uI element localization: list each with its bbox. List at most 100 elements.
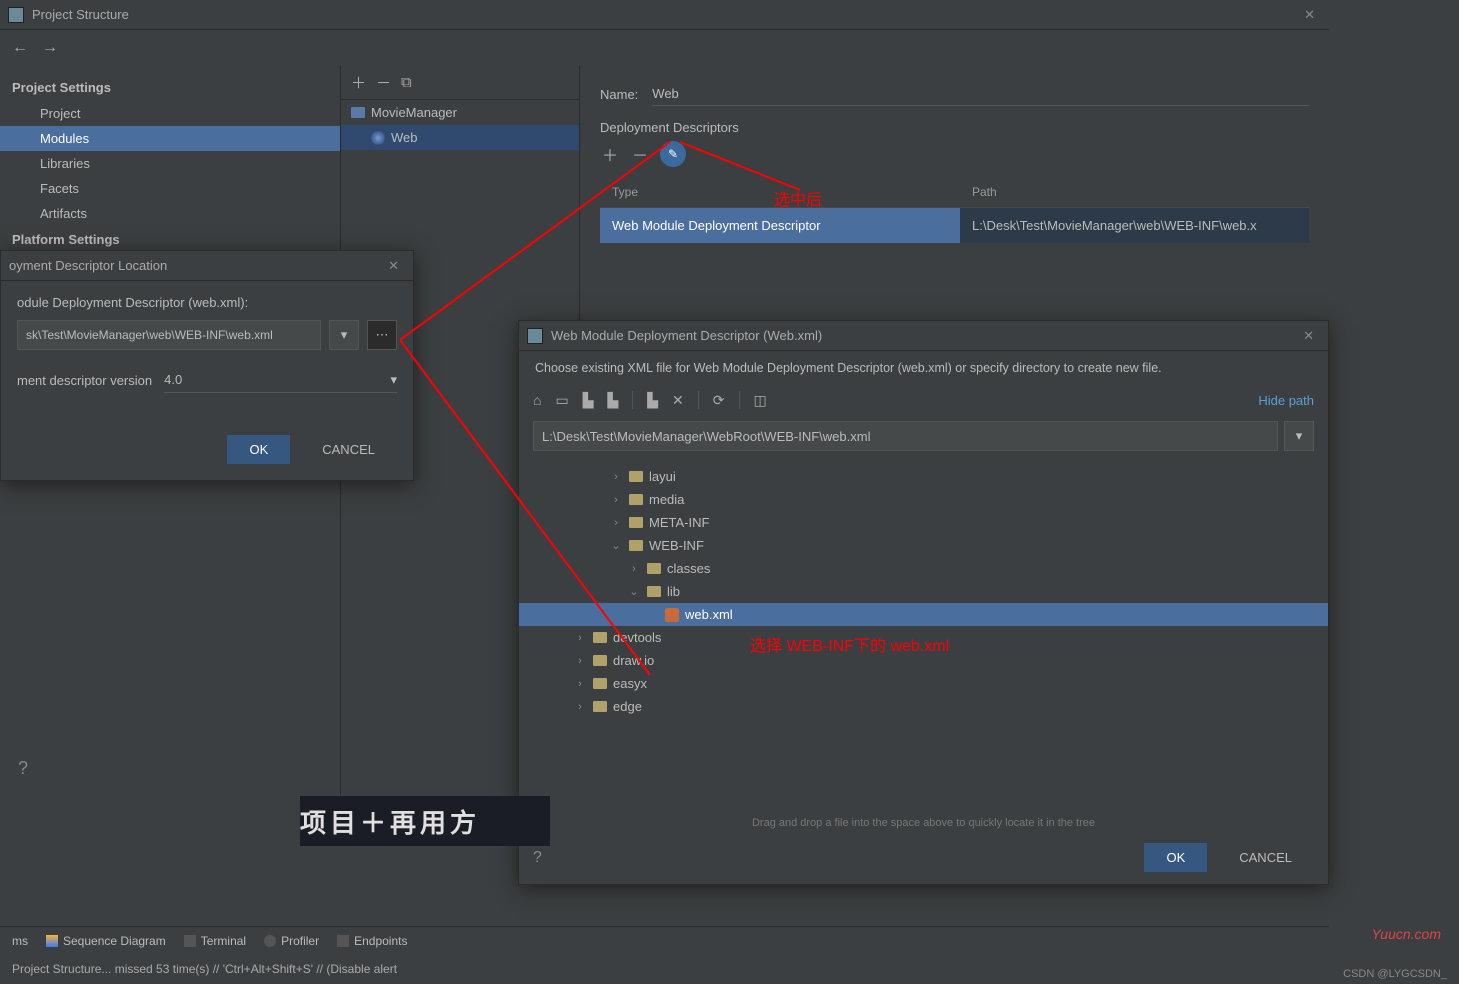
file-tree-row[interactable]: web.xml [519,603,1328,626]
tree-label: MovieManager [371,105,457,120]
help-icon[interactable]: ? [533,849,542,867]
sidebar-item-facets[interactable]: Facets [0,176,340,201]
delete-icon[interactable]: ✕ [672,392,684,409]
close-icon[interactable]: ✕ [1297,328,1320,344]
remove-icon[interactable]: － [376,72,391,93]
dialog1-label: odule Deployment Descriptor (web.xml): [17,295,397,310]
folder-icon [593,678,607,689]
path-dropdown-icon[interactable]: ▾ [1284,421,1314,451]
bb-profiler[interactable]: Profiler [264,934,319,948]
file-tree-row[interactable]: ›media [519,488,1328,511]
sidebar-item-modules[interactable]: Modules [0,126,340,151]
dd-add-icon[interactable]: ＋ [600,142,620,166]
show-hidden-icon[interactable]: ◫ [754,392,767,409]
desktop-icon[interactable]: ▭ [555,392,568,409]
file-tree-row[interactable]: ⌄ WEB-INF [519,534,1328,557]
close-icon[interactable]: ✕ [1298,7,1321,23]
tree-row-web[interactable]: Web [341,125,579,150]
module-icon[interactable]: ▙ [607,392,618,409]
file-chooser-dialog: Web Module Deployment Descriptor (Web.xm… [518,320,1329,885]
cancel-button[interactable]: CANCEL [300,435,397,464]
col-type-header: Type [600,177,960,207]
help-icon[interactable]: ? [18,758,28,779]
sidebar-item-libraries[interactable]: Libraries [0,151,340,176]
chevron-icon[interactable]: ⌄ [609,539,623,552]
col-path-header: Path [960,177,1309,207]
file-tree-row[interactable]: ›draw.io [519,649,1328,672]
dd-remove-icon[interactable]: － [630,142,650,166]
add-icon[interactable]: ＋ [351,72,366,93]
new-folder-icon[interactable]: ▙ [647,392,658,409]
ok-button[interactable]: OK [227,435,290,464]
chevron-icon[interactable]: › [573,632,587,644]
close-icon[interactable]: ✕ [382,258,405,274]
status-line: Project Structure... missed 53 time(s) /… [0,958,1329,980]
chevron-icon[interactable]: › [627,563,641,575]
folder-icon [593,701,607,712]
name-label: Name: [600,87,638,102]
tree-row-moviemanager[interactable]: MovieManager [341,100,579,125]
dd-edit-icon[interactable]: ✎ [660,141,686,167]
version-label: ment descriptor version [17,373,152,388]
file-tree[interactable]: ›layui›media›META-INF⌄WEB-INF›classes⌄li… [519,461,1328,811]
ok-button[interactable]: OK [1144,843,1207,872]
dialog2-instruction: Choose existing XML file for Web Module … [519,351,1328,385]
chevron-icon[interactable]: › [609,517,623,529]
dialog2-title: Web Module Deployment Descriptor (Web.xm… [551,328,822,343]
file-tree-label: META-INF [649,515,709,530]
sidebar-item-project[interactable]: Project [0,101,340,126]
dd-cell-type: Web Module Deployment Descriptor [600,208,960,243]
file-tree-row[interactable]: › classes [519,557,1328,580]
app-icon [527,328,543,344]
bb-endpoints[interactable]: Endpoints [337,934,407,948]
name-input[interactable] [652,82,1309,106]
file-tree-label: edge [613,699,642,714]
file-tree-label: web.xml [685,607,733,622]
yuucn-watermark: Yuucn.com [1371,926,1441,942]
file-tree-row[interactable]: ›devtools [519,626,1328,649]
refresh-icon[interactable]: ⟳ [713,392,725,409]
file-tree-label: classes [667,561,710,576]
forward-arrow-icon[interactable]: → [42,39,58,57]
chevron-icon[interactable]: ⌄ [627,585,641,598]
bb-terminal[interactable]: Terminal [184,934,246,948]
sidebar-heading-project: Project Settings [0,74,340,101]
folder-icon [593,632,607,643]
chevron-icon[interactable]: › [573,701,587,713]
hide-path-link[interactable]: Hide path [1258,393,1314,408]
file-path-input[interactable] [533,421,1278,451]
chevron-icon[interactable]: › [573,655,587,667]
dd-row[interactable]: Web Module Deployment Descriptor L:\Desk… [600,208,1309,243]
chevron-icon[interactable]: › [609,471,623,483]
version-select[interactable]: 4.0 ▾ [164,368,397,393]
descriptor-path-input[interactable] [17,320,321,350]
sidebar-heading-platform: Platform Settings [0,226,340,253]
nav-row: ← → [0,30,1329,66]
copy-icon[interactable]: ⧉ [401,74,412,91]
sidebar-item-artifacts[interactable]: Artifacts [0,201,340,226]
back-arrow-icon[interactable]: ← [12,39,28,57]
folder-icon [351,107,365,118]
bb-sequence-diagram[interactable]: Sequence Diagram [46,934,166,948]
file-tree-row[interactable]: › META-INF [519,511,1328,534]
file-tree-label: lib [667,584,680,599]
file-tree-label: easyx [613,676,647,691]
web-icon [371,131,385,145]
folder-icon [593,655,607,666]
file-tree-label: WEB-INF [649,538,704,553]
file-tree-row[interactable]: ›layui [519,465,1328,488]
file-tree-row[interactable]: ⌄ lib [519,580,1328,603]
file-tree-row[interactable]: › edge [519,695,1328,718]
browse-button[interactable]: ⋯ [367,320,397,350]
csdn-watermark: CSDN @LYGCSDN_ [1343,968,1447,980]
chevron-icon[interactable]: › [609,494,623,506]
file-tree-row[interactable]: › easyx [519,672,1328,695]
dd-cell-path: L:\Desk\Test\MovieManager\web\WEB-INF\we… [960,208,1309,243]
dropdown-icon[interactable]: ▾ [329,320,359,350]
tree-label: Web [391,130,418,145]
home-icon[interactable]: ⌂ [533,392,541,408]
bb-ms[interactable]: ms [12,934,28,948]
project-icon[interactable]: ▙ [583,392,594,409]
cancel-button[interactable]: CANCEL [1217,843,1314,872]
chevron-icon[interactable]: › [573,678,587,690]
